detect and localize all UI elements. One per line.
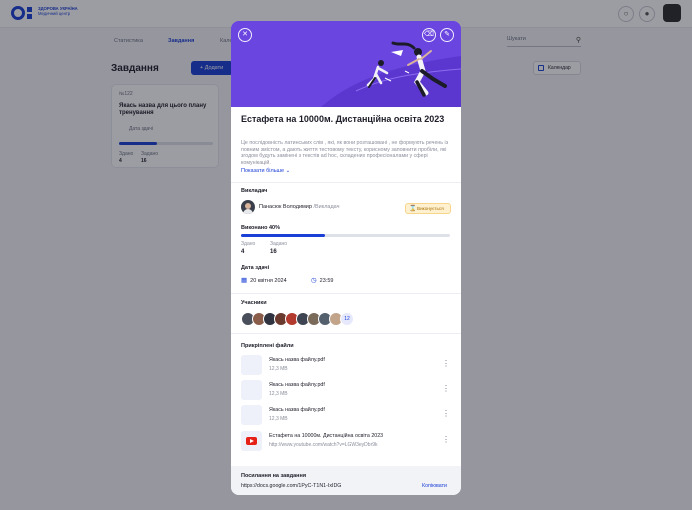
video-url[interactable]: http://www.youtube.com/watch?v=LGW3eyDbr… [269, 442, 378, 448]
status-badge: ⌛ Виконується [405, 203, 451, 214]
teacher-avatar [241, 200, 255, 214]
divider [231, 333, 461, 334]
more-vertical-icon[interactable]: ⋮ [442, 436, 450, 444]
due-time-value: 23:59 [319, 278, 334, 284]
close-icon[interactable]: ✕ [238, 28, 252, 42]
task-modal: ✕ ⌫ ✎ Естафета на 10000м. Дистанційна ос… [231, 21, 461, 495]
teacher-role: /Викладач [313, 204, 340, 210]
teacher-name-line: Панасюк Володимир /Викладач [259, 204, 340, 210]
show-more-label: Показати більше [241, 168, 285, 174]
done-value: 4 [241, 249, 245, 255]
file-size: 12,3 MB [269, 391, 288, 397]
task-link-box: Посилання на завдання https://docs.googl… [231, 466, 461, 495]
file-thumbnail [241, 405, 262, 425]
file-thumbnail [241, 355, 262, 375]
task-link-label: Посилання на завдання [241, 473, 307, 479]
due-label: Дата здачі [241, 265, 270, 271]
clock-icon: ◷ [311, 277, 317, 284]
assigned-label: Задано [270, 241, 288, 247]
due-time: ◷ 23:59 [311, 276, 333, 284]
divider [231, 182, 461, 183]
video-name: Естафета на 10000м. Дистанційна освіта 2… [269, 433, 384, 439]
video-item[interactable]: Естафета на 10000м. Дистанційна освіта 2… [241, 431, 451, 451]
task-title: Естафета на 10000м. Дистанційна освіта 2… [241, 114, 445, 124]
progress-label: Виконано 40% [241, 225, 280, 231]
file-name: Якась назва файлу.pdf [269, 407, 325, 413]
status-badge-label: Виконується [417, 206, 444, 211]
hourglass-icon: ⌛ [409, 206, 417, 212]
due-date-value: 20 квітня 2024 [250, 278, 287, 284]
edit-icon[interactable]: ✎ [440, 28, 454, 42]
file-item[interactable]: Якась назва файлу.pdf 12,3 MB ⋮ [241, 405, 451, 425]
youtube-icon [246, 437, 257, 445]
task-link-url: https://docs.google.com/1PyC-T1N1-IxIDG [241, 483, 342, 489]
participants-more-count[interactable]: 12 [340, 312, 354, 326]
assigned-value: 16 [270, 249, 277, 255]
participants-label: Учасники [241, 300, 267, 306]
trash-icon[interactable]: ⌫ [422, 28, 436, 42]
files-label: Прикріплені файли [241, 343, 294, 349]
video-thumbnail [241, 431, 262, 451]
copy-link-button[interactable]: Копіювати [422, 483, 447, 489]
file-name: Якась назва файлу.pdf [269, 357, 325, 363]
more-vertical-icon[interactable]: ⋮ [442, 385, 450, 393]
file-name: Якась назва файлу.pdf [269, 382, 325, 388]
calendar-icon: ▦ [241, 277, 248, 284]
chevron-down-icon: ⌄ [285, 168, 291, 174]
file-size: 12,3 MB [269, 416, 288, 422]
more-vertical-icon[interactable]: ⋮ [442, 360, 450, 368]
file-thumbnail [241, 380, 262, 400]
teacher-name: Панасюк Володимир [259, 204, 312, 210]
divider [231, 293, 461, 294]
teacher-label: Викладач [241, 188, 268, 194]
show-more-link[interactable]: Показати більше ⌄ [241, 168, 290, 174]
done-label: Здано [241, 241, 256, 247]
file-item[interactable]: Якась назва файлу.pdf 12,3 MB ⋮ [241, 355, 451, 375]
progress-fill [241, 234, 325, 237]
hero-banner: ✕ ⌫ ✎ [231, 21, 461, 107]
due-date: ▦ 20 квітня 2024 [241, 276, 287, 284]
progress-bar [241, 234, 450, 237]
more-vertical-icon[interactable]: ⋮ [442, 410, 450, 418]
file-size: 12,3 MB [269, 366, 288, 372]
task-description: Це послідовність латинських слів , які, … [241, 140, 449, 167]
file-item[interactable]: Якась назва файлу.pdf 12,3 MB ⋮ [241, 380, 451, 400]
